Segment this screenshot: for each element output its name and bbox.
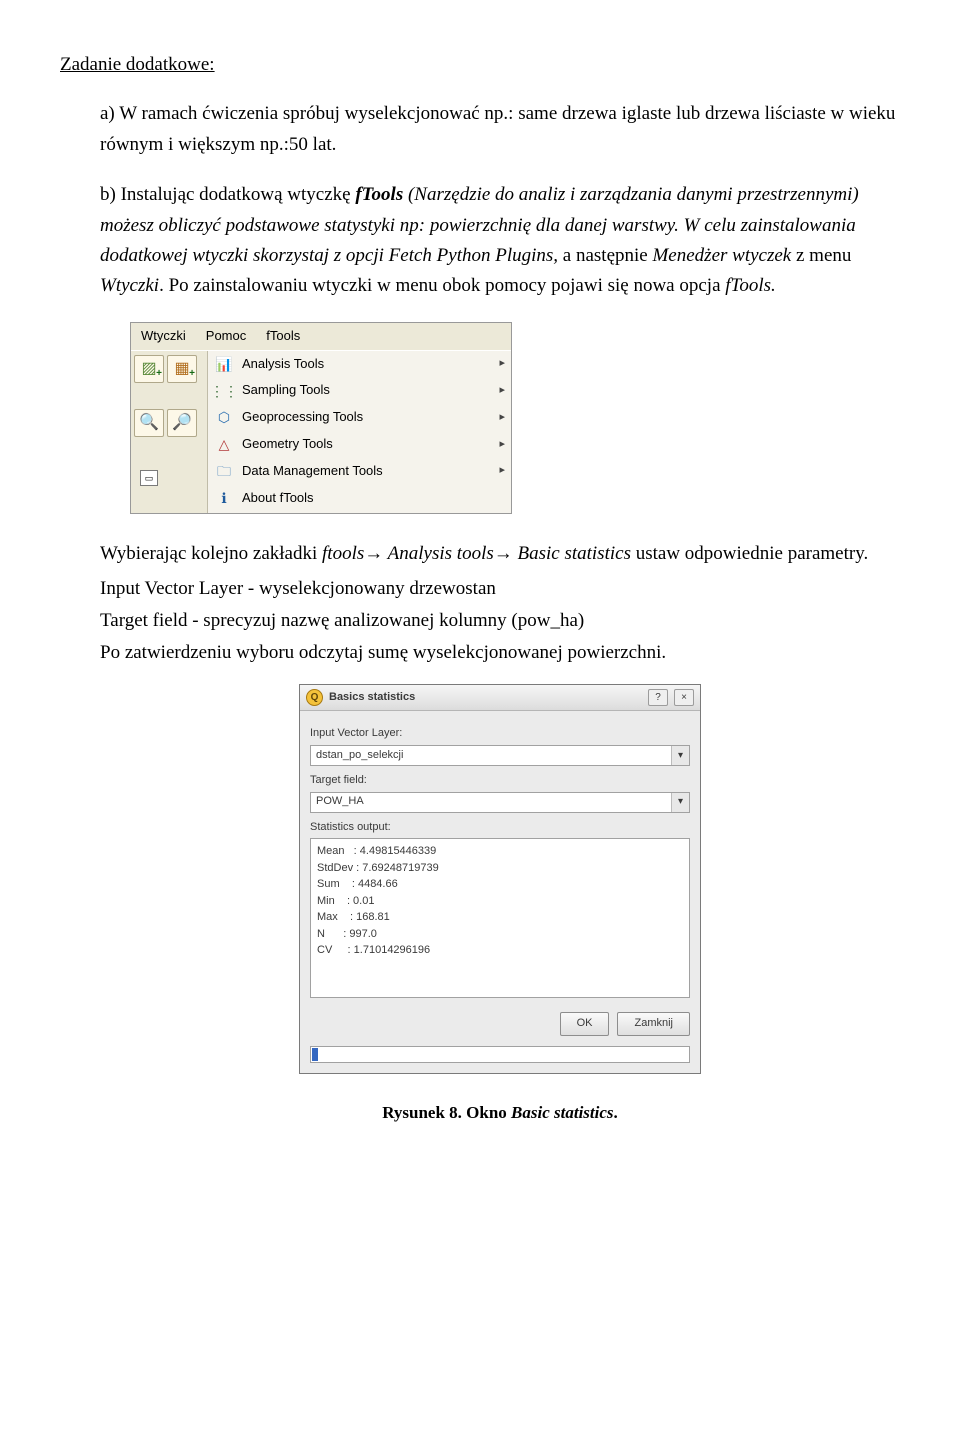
help-button[interactable]: ? — [648, 689, 668, 706]
p2-path: ftools→ Analysis tools→ Basic statistics — [322, 543, 631, 564]
item-a-label: a) — [100, 103, 115, 124]
analysis-icon: 📊 — [214, 355, 234, 373]
chevron-down-icon[interactable]: ▾ — [671, 746, 689, 765]
line-target: Target field - sprecyzuj nazwę analizowa… — [100, 606, 900, 636]
stats-output-label: Statistics output: — [310, 819, 690, 837]
submenu-arrow-icon: ▸ — [499, 462, 505, 480]
menu-geometry-tools[interactable]: △ Geometry Tools ▸ — [208, 431, 511, 458]
item-b-p1: b) Instalując dodatkową wtyczkę fTools (… — [100, 180, 900, 302]
item-a: a) W ramach ćwiczenia spróbuj wyselekcjo… — [100, 99, 900, 160]
wtyczki-menu: Wtyczki — [100, 275, 159, 296]
caption-prefix: Rysunek 8. Okno — [382, 1103, 511, 1122]
stats-output: Mean : 4.49815446339 StdDev : 7.69248719… — [310, 838, 690, 998]
item-b-t1: Instalując dodatkową wtyczkę — [121, 184, 356, 205]
caption-suffix: . — [614, 1103, 618, 1122]
submenu-arrow-icon: ▸ — [499, 382, 505, 400]
dock-icon[interactable]: ▭ — [140, 470, 158, 486]
menu-item-label: Sampling Tools — [242, 380, 330, 401]
qgis-icon: Q — [306, 689, 323, 706]
menu-item-label: Geometry Tools — [242, 434, 333, 455]
item-b-t3: a następnie — [558, 245, 652, 266]
menu-item-label: Data Management Tools — [242, 461, 383, 482]
item-b-t5: . Po zainstalowaniu wtyczki w menu obok … — [159, 275, 725, 296]
target-field-value: POW_HA — [311, 793, 671, 811]
menu-item-label: Analysis Tools — [242, 354, 324, 375]
menu-wtyczki[interactable]: Wtyczki — [131, 323, 196, 350]
menu-about-ftools[interactable]: ℹ About fTools — [208, 485, 511, 512]
input-layer-value: dstan_po_selekcji — [311, 747, 671, 765]
line-input: Input Vector Layer - wyselekcjonowany dr… — [100, 574, 900, 604]
zoom-in-icon[interactable]: 🔍 — [134, 409, 164, 437]
menubar: Wtyczki Pomoc fTools — [131, 323, 511, 351]
target-field-label: Target field: — [310, 772, 690, 790]
p2-after: ustaw odpowiednie parametry. — [631, 543, 868, 564]
fetch-python: Fetch Python Plugins, — [389, 245, 558, 266]
menu-sampling-tools[interactable]: ⋮⋮ Sampling Tools ▸ — [208, 377, 511, 404]
titlebar: Q Basics statistics ? × — [300, 685, 700, 712]
menu-geoprocessing-tools[interactable]: ⬡ Geoprocessing Tools ▸ — [208, 404, 511, 431]
dialog-screenshot: Q Basics statistics ? × Input Vector Lay… — [299, 684, 701, 1074]
line-sum: Po zatwierdzeniu wyboru odczytaj sumę wy… — [100, 638, 900, 668]
submenu-arrow-icon: ▸ — [499, 355, 505, 373]
p2-before: Wybierając kolejno zakładki — [100, 543, 322, 564]
close-icon[interactable]: × — [674, 689, 694, 706]
item-b-label: b) — [100, 184, 116, 205]
target-field-combo[interactable]: POW_HA ▾ — [310, 792, 690, 813]
geoprocessing-icon: ⬡ — [214, 409, 234, 427]
close-button[interactable]: Zamknij — [617, 1012, 690, 1036]
submenu-arrow-icon: ▸ — [499, 436, 505, 454]
add-raster-icon[interactable]: ▦+ — [167, 355, 197, 383]
menedzer: Menedżer wtyczek — [652, 245, 791, 266]
progress-bar — [310, 1046, 690, 1063]
data-mgmt-icon: 🗀 — [214, 462, 234, 480]
menu-analysis-tools[interactable]: 📊 Analysis Tools ▸ — [208, 351, 511, 378]
menu-item-label: Geoprocessing Tools — [242, 407, 363, 428]
submenu-arrow-icon: ▸ — [499, 409, 505, 427]
add-layer-icon[interactable]: ▨+ — [134, 355, 164, 383]
input-layer-label: Input Vector Layer: — [310, 725, 690, 743]
menu-item-label: About fTools — [242, 488, 314, 509]
menu-ftools[interactable]: fTools — [256, 323, 310, 350]
ftools-final: fTools. — [725, 275, 776, 296]
ftools-dropdown: 📊 Analysis Tools ▸ ⋮⋮ Sampling Tools ▸ ⬡… — [207, 351, 511, 514]
item-a-text: W ramach ćwiczenia spróbuj wyselekcjonow… — [100, 103, 895, 154]
sampling-icon: ⋮⋮ — [214, 382, 234, 400]
item-b-t4: z menu — [791, 245, 851, 266]
progress-fill — [312, 1048, 318, 1061]
geometry-icon: △ — [214, 435, 234, 453]
section-heading: Zadanie dodatkowe: — [60, 50, 900, 80]
chevron-down-icon[interactable]: ▾ — [671, 793, 689, 812]
ok-button[interactable]: OK — [560, 1012, 610, 1036]
menu-data-management-tools[interactable]: 🗀 Data Management Tools ▸ — [208, 458, 511, 485]
about-icon: ℹ — [214, 489, 234, 507]
dialog-title: Basics statistics — [329, 689, 415, 707]
menu-pomoc[interactable]: Pomoc — [196, 323, 256, 350]
caption-italic: Basic statistics — [511, 1103, 613, 1122]
item-b-p2: Wybierając kolejno zakładki ftools→ Anal… — [100, 539, 900, 569]
input-layer-combo[interactable]: dstan_po_selekcji ▾ — [310, 745, 690, 766]
figure-caption: Rysunek 8. Okno Basic statistics. — [100, 1099, 900, 1126]
zoom-out-icon[interactable]: 🔎 — [167, 409, 197, 437]
ftools-strong: fTools — [355, 184, 403, 205]
toolbar: ▨+ ▦+ 🔍 🔎 ▭ — [131, 351, 207, 514]
menu-screenshot: Wtyczki Pomoc fTools ▨+ ▦+ 🔍 🔎 ▭ 📊 Analy… — [130, 322, 512, 515]
